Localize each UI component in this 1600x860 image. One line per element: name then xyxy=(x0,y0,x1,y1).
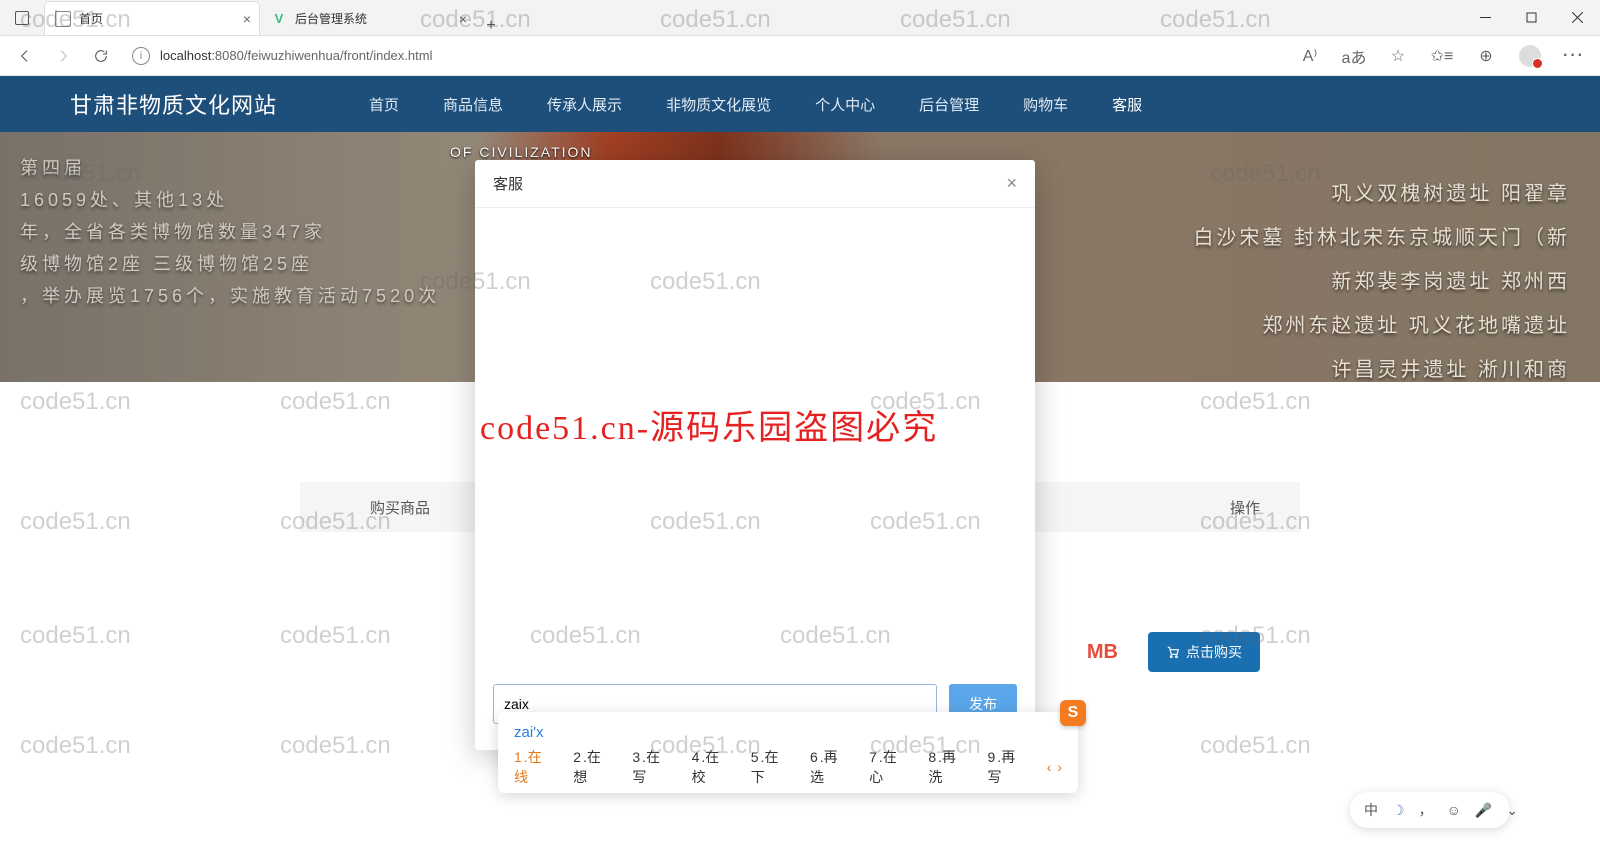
tab-title: 首页 xyxy=(79,10,103,27)
dialog-body[interactable] xyxy=(475,208,1035,668)
tabs-overview-icon[interactable] xyxy=(15,11,29,25)
nav-products[interactable]: 商品信息 xyxy=(421,76,525,132)
nav-inheritors[interactable]: 传承人展示 xyxy=(525,76,644,132)
tab-active[interactable]: 首页 × xyxy=(44,1,260,35)
hero-text-left: 第四届 16059处、其他13处 年，全省各类博物馆数量347家 级博物馆2座 … xyxy=(20,152,440,312)
ime-candidates: 1.在线 2.在想 3.在写 4.在校 5.在下 6.再选 7.在心 8.再洗 … xyxy=(514,747,1062,787)
ime-cand[interactable]: 7.在心 xyxy=(869,747,910,787)
menu-button[interactable]: ··· xyxy=(1558,40,1590,72)
tab-title: 后台管理系统 xyxy=(295,10,367,27)
forward-button[interactable] xyxy=(48,41,78,71)
mic-icon[interactable]: 🎤 xyxy=(1475,802,1492,819)
url-port: :8080 xyxy=(211,48,244,63)
emoji-icon[interactable]: ☺ xyxy=(1447,802,1461,818)
ime-mode[interactable]: 中 xyxy=(1364,800,1378,820)
url-field[interactable]: i localhost:8080/feiwuzhiwenhua/front/in… xyxy=(124,47,1286,65)
ime-cand[interactable]: 4.在校 xyxy=(692,747,733,787)
ime-next-icon[interactable]: › xyxy=(1057,759,1062,775)
hero-text-right: 巩义双槐树遗址 阳翟章 白沙宋墓 封林北宋东京城顺天门（新 新郑裴李岗遗址 郑州… xyxy=(1193,172,1570,382)
collections-icon[interactable]: ⊕ xyxy=(1470,40,1502,72)
ime-cand[interactable]: 8.再洗 xyxy=(928,747,969,787)
nav-support[interactable]: 客服 xyxy=(1090,76,1164,132)
ime-punct[interactable]: ， xyxy=(1419,800,1433,820)
url-path: /feiwuzhiwenhua/front/index.html xyxy=(244,48,433,63)
site-nav: 首页 商品信息 传承人展示 非物质文化展览 个人中心 后台管理 购物车 客服 xyxy=(347,76,1164,132)
site-info-icon[interactable]: i xyxy=(132,47,150,65)
hero-subtitle: OF CIVILIZATION xyxy=(450,144,593,160)
ime-prev-icon[interactable]: ‹ xyxy=(1047,759,1052,775)
nav-profile[interactable]: 个人中心 xyxy=(793,76,897,132)
dialog-close-button[interactable]: × xyxy=(1006,173,1017,194)
nav-admin[interactable]: 后台管理 xyxy=(897,76,1001,132)
vue-icon: V xyxy=(271,11,287,27)
translate-icon[interactable]: aあ xyxy=(1338,40,1370,72)
ime-cand[interactable]: 5.在下 xyxy=(751,747,792,787)
new-tab-button[interactable]: + xyxy=(476,17,506,35)
ime-toolbar[interactable]: 中 ☽ ， ☺ 🎤 ⌄ xyxy=(1350,792,1510,828)
nav-home[interactable]: 首页 xyxy=(347,76,421,132)
ime-cand[interactable]: 9.再写 xyxy=(988,747,1029,787)
tab-inactive[interactable]: V 后台管理系统 × xyxy=(260,1,476,35)
support-dialog: 客服 × 发布 xyxy=(475,160,1035,750)
page-icon xyxy=(55,11,71,27)
minimize-button[interactable] xyxy=(1462,0,1508,36)
sogou-icon: S xyxy=(1060,700,1086,726)
ime-cand[interactable]: 3.在写 xyxy=(632,747,673,787)
back-button[interactable] xyxy=(10,41,40,71)
nav-cart[interactable]: 购物车 xyxy=(1001,76,1090,132)
price-suffix: MB xyxy=(1087,641,1118,664)
moon-icon[interactable]: ☽ xyxy=(1392,802,1405,819)
cart-icon xyxy=(1166,645,1180,659)
buy-button[interactable]: 点击购买 xyxy=(1148,632,1260,672)
ime-cand[interactable]: 1.在线 xyxy=(514,747,555,787)
site-title: 甘肃非物质文化网站 xyxy=(70,88,277,120)
maximize-button[interactable] xyxy=(1508,0,1554,36)
ime-cand[interactable]: 2.在想 xyxy=(573,747,614,787)
profile-avatar[interactable] xyxy=(1514,40,1546,72)
favorites-icon[interactable]: ☆ xyxy=(1382,40,1414,72)
th-product: 购买商品 xyxy=(300,497,500,518)
ime-compose: zai'x xyxy=(514,720,1062,747)
close-icon[interactable]: × xyxy=(459,11,467,27)
browser-tabs: 首页 × V 后台管理系统 × + xyxy=(44,0,506,35)
url-host: localhost xyxy=(160,48,211,63)
close-icon[interactable]: × xyxy=(243,11,251,27)
buy-button-label: 点击购买 xyxy=(1186,642,1242,662)
close-window-button[interactable] xyxy=(1554,0,1600,36)
browser-titlebar: 首页 × V 后台管理系统 × + xyxy=(0,0,1600,36)
chevron-down-icon[interactable]: ⌄ xyxy=(1506,802,1518,819)
ime-cand[interactable]: 6.再选 xyxy=(810,747,851,787)
dialog-title: 客服 xyxy=(493,173,523,194)
ime-panel: S zai'x 1.在线 2.在想 3.在写 4.在校 5.在下 6.再选 7.… xyxy=(498,712,1078,793)
address-bar: i localhost:8080/feiwuzhiwenhua/front/in… xyxy=(0,36,1600,76)
favorites-bar-icon[interactable]: ✩≡ xyxy=(1426,40,1458,72)
nav-exhibitions[interactable]: 非物质文化展览 xyxy=(644,76,793,132)
refresh-button[interactable] xyxy=(86,41,116,71)
site-header: 甘肃非物质文化网站 首页 商品信息 传承人展示 非物质文化展览 个人中心 后台管… xyxy=(0,76,1600,132)
read-aloud-icon[interactable]: A⁾ xyxy=(1294,40,1326,72)
